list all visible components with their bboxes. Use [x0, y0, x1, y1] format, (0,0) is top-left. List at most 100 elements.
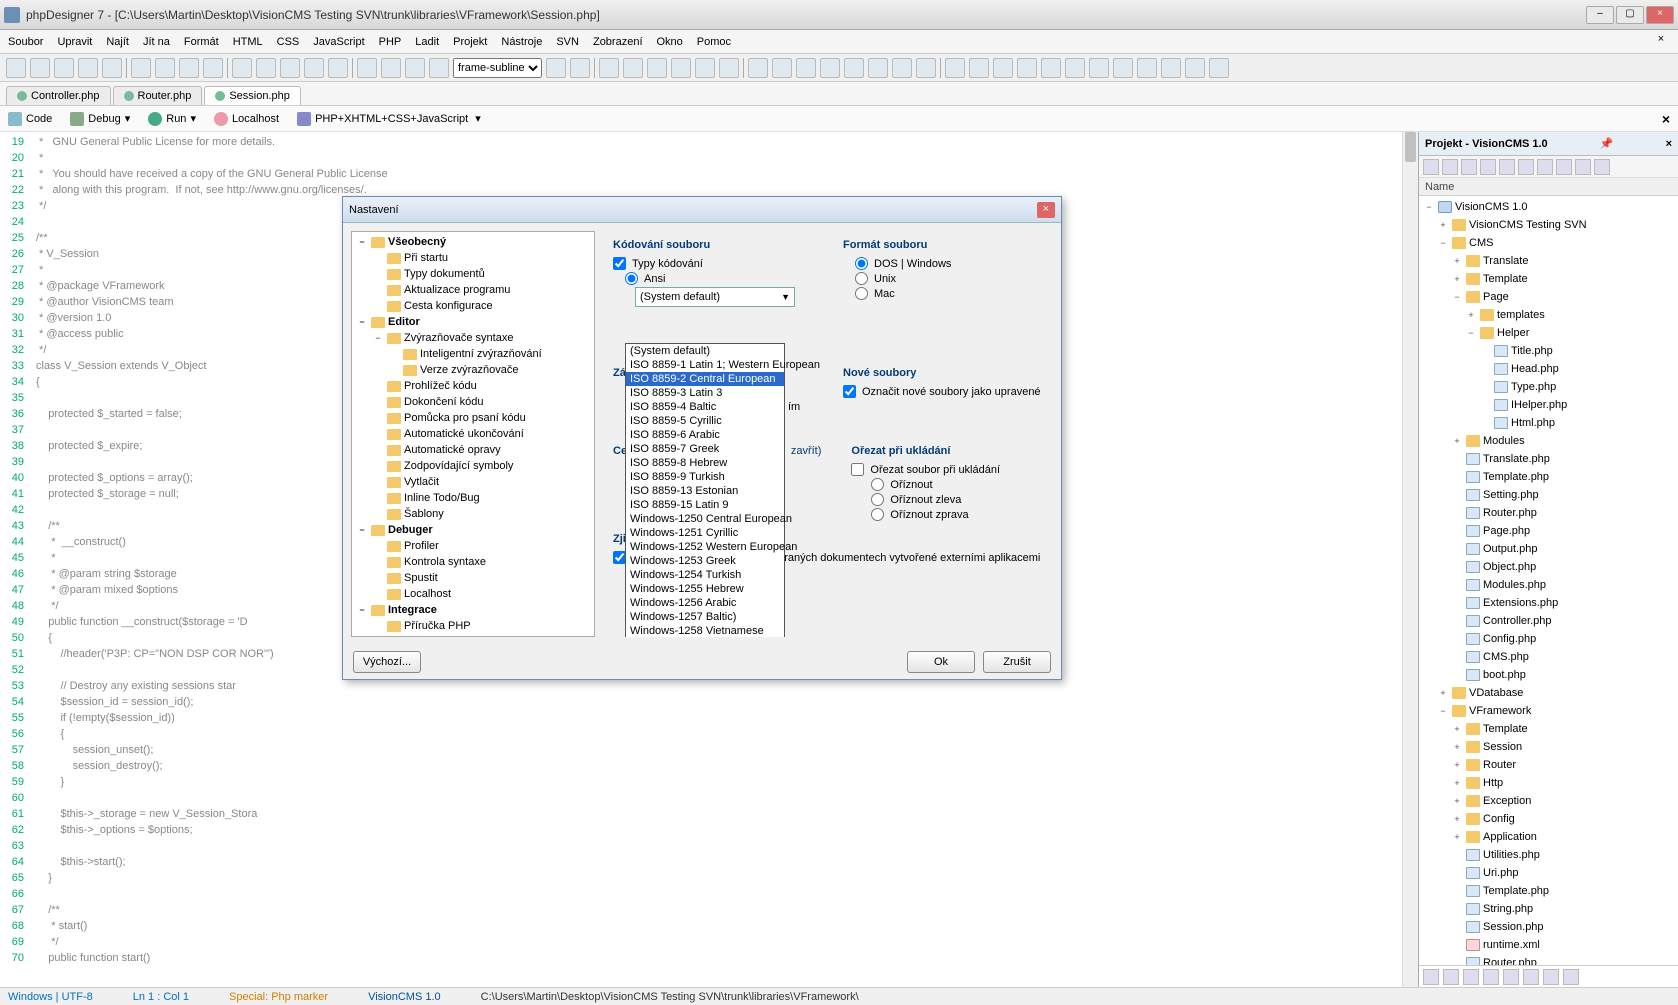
encoding-option[interactable]: Windows-1251 Cyrillic [626, 526, 784, 540]
encoding-option[interactable]: Windows-1255 Hebrew [626, 582, 784, 596]
project-tree-node[interactable]: IHelper.php [1419, 396, 1678, 414]
toolbar-button[interactable] [1041, 58, 1061, 78]
project-tree-node[interactable]: Router.php [1419, 954, 1678, 965]
toolbar-button[interactable] [1065, 58, 1085, 78]
toolbar-button[interactable] [796, 58, 816, 78]
project-tool-button[interactable] [1523, 969, 1539, 985]
project-tool-button[interactable] [1499, 159, 1515, 175]
toolbar-button[interactable] [892, 58, 912, 78]
settings-tree-node[interactable]: −Debuger [354, 522, 592, 538]
toolbar-button[interactable] [1137, 58, 1157, 78]
format-mac-radio[interactable] [855, 287, 868, 300]
settings-tree-node[interactable]: −Editor [354, 314, 592, 330]
encoding-option[interactable]: Windows-1257 Baltic) [626, 610, 784, 624]
project-tree-node[interactable]: −Helper [1419, 324, 1678, 342]
project-tree-node[interactable]: Setting.php [1419, 486, 1678, 504]
settings-tree-node[interactable]: Spustit [354, 570, 592, 586]
project-tool-button[interactable] [1537, 159, 1553, 175]
toolbar-button[interactable] [232, 58, 252, 78]
types-checkbox[interactable] [613, 257, 626, 270]
settings-tree-node[interactable]: Při startu [354, 250, 592, 266]
project-tree-node[interactable]: +Application [1419, 828, 1678, 846]
toolbar-button[interactable] [1185, 58, 1205, 78]
encoding-dropdown-list[interactable]: (System default)ISO 8859-1 Latin 1; West… [625, 343, 785, 637]
run-button[interactable]: Run ▾ [148, 112, 196, 126]
encoding-option[interactable]: ISO 8859-6 Arabic [626, 428, 784, 442]
encoding-option[interactable]: ISO 8859-4 Baltic [626, 400, 784, 414]
menu-ladit[interactable]: Ladit [415, 36, 439, 48]
trim-radio[interactable] [871, 493, 884, 506]
menu-najít[interactable]: Najít [106, 36, 129, 48]
toolbar-button[interactable] [429, 58, 449, 78]
project-tool-button[interactable] [1461, 159, 1477, 175]
default-button[interactable]: Výchozí... [353, 651, 421, 673]
project-tree-node[interactable]: +Config [1419, 810, 1678, 828]
project-tool-button[interactable] [1563, 969, 1579, 985]
toolbar-button[interactable] [993, 58, 1013, 78]
toolbar-button[interactable] [405, 58, 425, 78]
toolbar-button[interactable] [570, 58, 590, 78]
encoding-option[interactable]: ISO 8859-7 Greek [626, 442, 784, 456]
dialog-close-icon[interactable]: × [1037, 202, 1055, 218]
project-tool-button[interactable] [1594, 159, 1610, 175]
project-tree-node[interactable]: +Modules [1419, 432, 1678, 450]
document-tab[interactable]: Controller.php [6, 86, 111, 105]
project-tree-node[interactable]: −VisionCMS 1.0 [1419, 198, 1678, 216]
project-tree-node[interactable]: +Exception [1419, 792, 1678, 810]
project-tree-node[interactable]: −Page [1419, 288, 1678, 306]
toolbar-button[interactable] [748, 58, 768, 78]
menubar-close-icon[interactable]: × [1652, 33, 1670, 51]
toolbar-button[interactable] [719, 58, 739, 78]
settings-tree-node[interactable]: −Integrace [354, 602, 592, 618]
toolbar-button[interactable] [381, 58, 401, 78]
toolbar-button[interactable] [357, 58, 377, 78]
toolbar-button[interactable] [820, 58, 840, 78]
project-tree-node[interactable]: +VisionCMS Testing SVN [1419, 216, 1678, 234]
toolbar-button[interactable] [1209, 58, 1229, 78]
encoding-option[interactable]: ISO 8859-9 Turkish [626, 470, 784, 484]
project-tree-node[interactable]: +Session [1419, 738, 1678, 756]
maximize-button[interactable]: ▢ [1616, 6, 1644, 24]
toolbar-button[interactable] [6, 58, 26, 78]
format-dos-radio[interactable] [855, 257, 868, 270]
encoding-option[interactable]: ISO 8859-2 Central European [626, 372, 784, 386]
dialog-titlebar[interactable]: Nastavení × [343, 197, 1061, 223]
toolbar-button[interactable] [695, 58, 715, 78]
encoding-combo[interactable]: (System default)▼ [635, 287, 795, 307]
toolbar-button[interactable] [546, 58, 566, 78]
settings-tree-node[interactable]: Prohlížeč kódu [354, 378, 592, 394]
panel-close-icon[interactable]: × [1666, 138, 1672, 150]
encoding-option[interactable]: Windows-1254 Turkish [626, 568, 784, 582]
localhost-button[interactable]: Localhost [214, 112, 279, 126]
project-tree-node[interactable]: +VDatabase [1419, 684, 1678, 702]
menu-css[interactable]: CSS [277, 36, 300, 48]
encoding-option[interactable]: ISO 8859-1 Latin 1; Western European [626, 358, 784, 372]
settings-tree-node[interactable]: Verze zvýrazňovače [354, 362, 592, 378]
menu-projekt[interactable]: Projekt [453, 36, 487, 48]
project-tree-node[interactable]: Uri.php [1419, 864, 1678, 882]
menu-formát[interactable]: Formát [184, 36, 219, 48]
project-tool-button[interactable] [1423, 969, 1439, 985]
settings-tree-node[interactable]: Příručka PHP [354, 618, 592, 634]
project-tree-node[interactable]: Utilities.php [1419, 846, 1678, 864]
project-tree-node[interactable]: Type.php [1419, 378, 1678, 396]
menu-pomoc[interactable]: Pomoc [697, 36, 731, 48]
encoding-option[interactable]: Windows-1250 Central European [626, 512, 784, 526]
toolbar-button[interactable] [623, 58, 643, 78]
project-tool-button[interactable] [1556, 159, 1572, 175]
project-tree-node[interactable]: Html.php [1419, 414, 1678, 432]
project-column-header[interactable]: Name [1419, 178, 1678, 196]
project-tool-button[interactable] [1518, 159, 1534, 175]
settings-tree-node[interactable]: Automatické opravy [354, 442, 592, 458]
settings-tree-node[interactable]: Automatické ukončování [354, 426, 592, 442]
project-tree-node[interactable]: +templates [1419, 306, 1678, 324]
project-tree-node[interactable]: +Translate [1419, 252, 1678, 270]
project-tree-node[interactable]: runtime.xml [1419, 936, 1678, 954]
project-tree-node[interactable]: String.php [1419, 900, 1678, 918]
format-unix-radio[interactable] [855, 272, 868, 285]
settings-tree-node[interactable]: Pomůcka pro psaní kódu [354, 410, 592, 426]
settings-tree-node[interactable]: Typy dokumentů [354, 266, 592, 282]
encoding-option[interactable]: ISO 8859-3 Latin 3 [626, 386, 784, 400]
toolbar-button[interactable] [155, 58, 175, 78]
project-tree-node[interactable]: Title.php [1419, 342, 1678, 360]
